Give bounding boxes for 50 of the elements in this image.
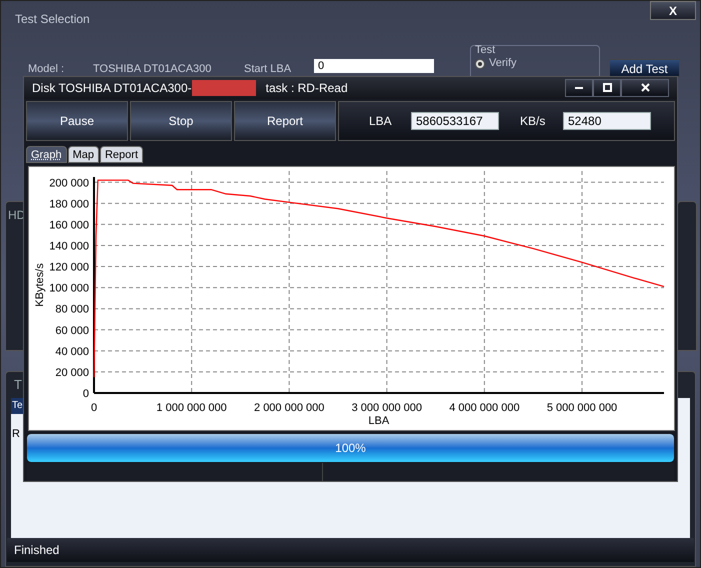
- table-cell-text: R: [11, 427, 20, 442]
- x-tick-label: 2 000 000 000: [254, 402, 324, 414]
- model-label: Model :: [28, 62, 66, 77]
- y-axis-title: KBytes/s: [34, 263, 46, 307]
- speed-label: KB/s: [520, 112, 546, 130]
- toolbar-button[interactable]: Pause: [26, 100, 128, 140]
- y-tick-label: 80 000: [55, 304, 89, 316]
- y-tick-label: 40 000: [55, 346, 89, 358]
- y-tick-label: 180 000: [49, 198, 89, 210]
- lba-field: 5860533167: [411, 112, 499, 130]
- y-tick-label: 200 000: [49, 177, 89, 190]
- y-tick-label: 60 000: [55, 324, 89, 337]
- model-value: TOSHIBA DT01ACA300: [93, 62, 212, 77]
- y-tick-label: 100 000: [49, 282, 89, 295]
- panel-title: T: [13, 376, 22, 394]
- y-tick-label: 160 000: [49, 219, 89, 232]
- close-button[interactable]: [621, 78, 669, 97]
- tab[interactable]: Graph: [26, 146, 67, 164]
- close-icon: [640, 83, 650, 92]
- x-tick-label: 5 000 000 000: [546, 402, 618, 414]
- maximize-icon: [602, 83, 612, 92]
- y-tick-label: 20 000: [55, 366, 89, 379]
- tab[interactable]: Report: [100, 146, 144, 164]
- toolbar-button[interactable]: Report: [234, 100, 336, 140]
- tab[interactable]: Map: [68, 146, 99, 164]
- x-tick-label: 4 000 000 000: [449, 402, 520, 414]
- task-title: task : RD-Read: [266, 80, 348, 97]
- x-tick-label: 0: [90, 402, 98, 414]
- x-axis-title: LBA: [368, 415, 390, 428]
- group-title: Test: [475, 44, 496, 57]
- start-lba-field[interactable]: 0: [314, 59, 434, 73]
- start-lba-label: Start LBA: [244, 62, 292, 77]
- x-tick-label: 3 000 000 000: [352, 402, 422, 414]
- y-tick-label: 120 000: [49, 262, 89, 274]
- dialog-title: Disk TOSHIBA DT01ACA300-: [32, 80, 192, 97]
- status-bar: Finished: [7, 538, 694, 562]
- minimize-icon: [575, 86, 583, 89]
- y-tick-label: 0: [82, 388, 89, 400]
- close-button[interactable]: X: [650, 1, 696, 20]
- add-test-button[interactable]: Add Test: [609, 59, 680, 77]
- progress-reading: 100%: [334, 440, 367, 458]
- lba-label: LBA: [369, 112, 393, 130]
- speed-field: 52480: [563, 112, 651, 130]
- radio-option[interactable]: Verify: [475, 57, 517, 70]
- minimize-button[interactable]: [565, 78, 593, 97]
- toolbar-button[interactable]: Stop: [130, 100, 232, 140]
- maximize-button[interactable]: [593, 78, 621, 97]
- window-title: Test Selection: [15, 11, 90, 28]
- y-tick-label: 140 000: [49, 240, 89, 253]
- x-tick-label: 1 000 000 000: [156, 402, 227, 414]
